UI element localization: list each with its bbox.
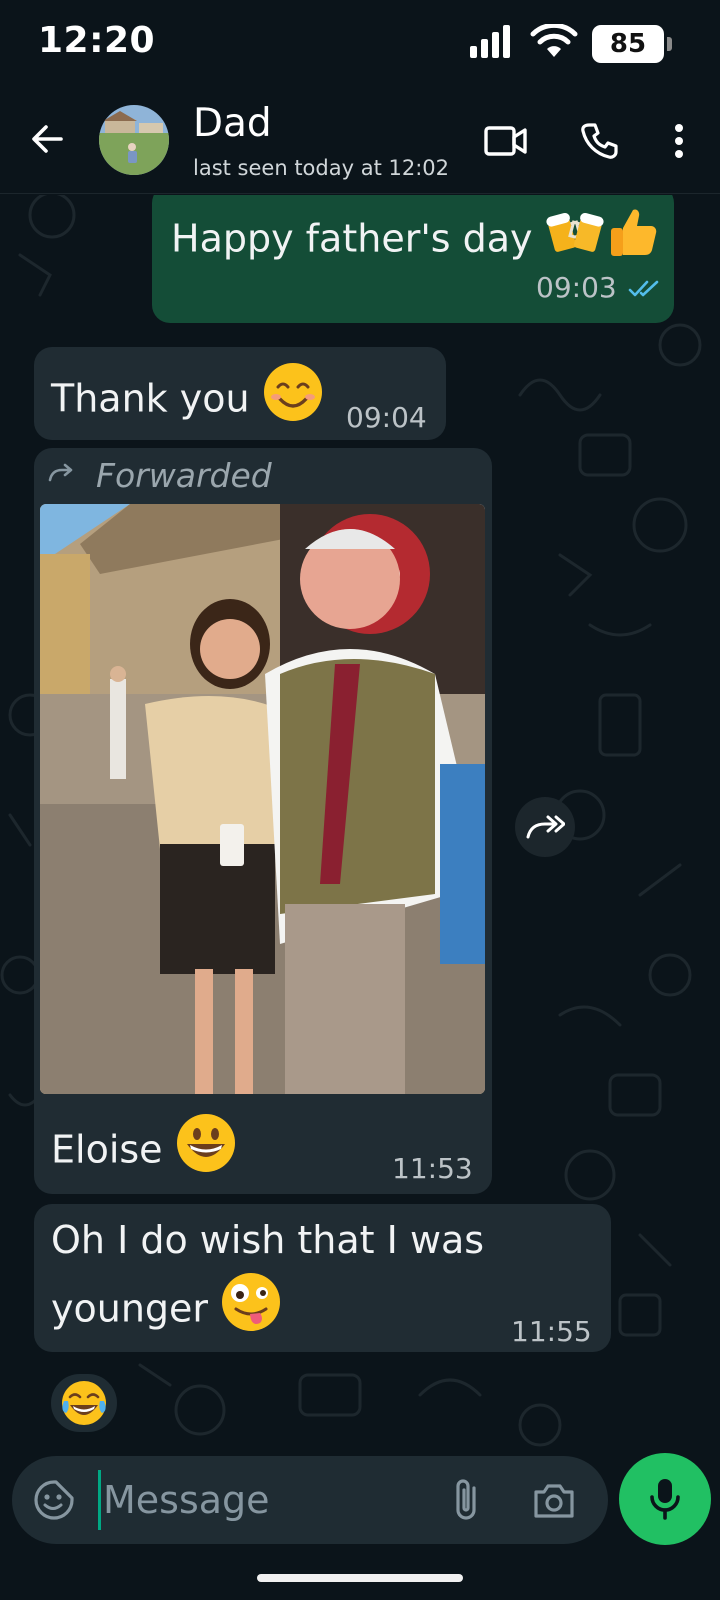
attach-button[interactable] (448, 1476, 488, 1524)
photo-caption: Eloise (51, 1127, 163, 1172)
sticker-icon (34, 1480, 74, 1520)
back-button[interactable] (24, 116, 70, 162)
contact-avatar[interactable] (99, 105, 169, 175)
forwarded-photo-message[interactable]: Forwarded Eloise 11:53 (34, 448, 492, 1194)
status-bar: 12:20 85 (0, 0, 720, 88)
last-seen-status: last seen today at 12:02 (193, 156, 449, 180)
voice-message-button[interactable] (619, 1453, 711, 1545)
battery-level: 85 (609, 29, 647, 59)
phone-icon (581, 123, 618, 159)
battery-icon: 85 (592, 25, 672, 63)
message-time: 09:03 (536, 271, 617, 304)
message-reaction[interactable] (49, 1372, 119, 1434)
wifi-icon (530, 22, 578, 64)
message-list[interactable]: Happy father's day 09:03 Thank you 09:04… (0, 195, 720, 1457)
incoming-message[interactable]: Thank you 09:04 (34, 347, 446, 440)
forward-arrow-icon (526, 815, 565, 839)
forwarded-label: Forwarded (96, 456, 272, 495)
beer-mugs-emoji (545, 206, 605, 276)
message-text-line: Oh I do wish that I was (51, 1218, 485, 1262)
more-options-button[interactable] (654, 116, 704, 166)
message-time: 11:53 (392, 1152, 473, 1185)
back-arrow-icon (32, 125, 63, 153)
zany-face-emoji (220, 1271, 282, 1351)
incoming-message[interactable]: Oh I do wish that I was younger 11:55 (34, 1204, 611, 1352)
chat-header: Dad last seen today at 12:02 (0, 88, 720, 194)
voice-call-button[interactable] (574, 116, 624, 166)
outgoing-message[interactable]: Happy father's day 09:03 (152, 195, 674, 323)
attach-icon (456, 1479, 476, 1520)
home-indicator[interactable] (257, 1574, 463, 1582)
forward-button[interactable] (515, 797, 575, 857)
camera-icon (534, 1484, 574, 1518)
message-composer (12, 1456, 608, 1544)
more-options-icon (675, 124, 683, 158)
message-text: Thank you (51, 376, 250, 421)
video-call-button[interactable] (481, 116, 531, 166)
read-ticks-icon (628, 280, 659, 297)
signal-icon (468, 24, 516, 64)
video-call-icon (484, 126, 527, 156)
grinning-face-emoji (175, 1112, 237, 1192)
smiling-face-emoji (262, 361, 324, 441)
status-time: 12:20 (38, 20, 156, 61)
message-text-line: younger (51, 1286, 209, 1331)
message-time: 09:04 (346, 401, 427, 434)
message-time: 11:55 (511, 1315, 592, 1348)
message-text: Happy father's day (171, 216, 533, 261)
shared-photo[interactable] (40, 504, 485, 1094)
message-input[interactable] (98, 1470, 428, 1530)
contact-name[interactable]: Dad (193, 101, 272, 146)
sticker-button[interactable] (32, 1478, 76, 1522)
status-icons: 85 (468, 22, 672, 64)
forwarded-icon (48, 463, 73, 482)
mic-icon (650, 1479, 680, 1520)
thumbs-up-emoji (605, 204, 661, 278)
tears-of-joy-emoji (62, 1381, 106, 1425)
camera-button[interactable] (532, 1476, 576, 1524)
